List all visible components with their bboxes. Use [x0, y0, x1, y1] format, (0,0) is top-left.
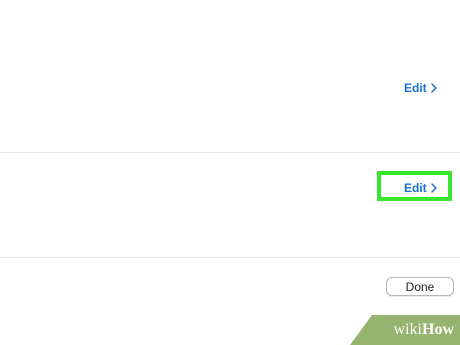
chevron-right-icon	[430, 83, 438, 93]
chevron-right-icon	[430, 183, 438, 193]
edit-label: Edit	[404, 81, 427, 95]
edit-button-section-1[interactable]: Edit	[404, 81, 438, 95]
watermark-how: How	[422, 321, 454, 338]
done-button[interactable]: Done	[386, 277, 454, 296]
settings-section-1	[0, 0, 460, 152]
edit-button-section-2[interactable]: Edit	[404, 181, 438, 195]
edit-label: Edit	[404, 181, 427, 195]
watermark-wiki: wiki	[393, 321, 422, 338]
settings-section-2	[0, 153, 460, 257]
watermark-text: wikiHow	[394, 322, 454, 338]
